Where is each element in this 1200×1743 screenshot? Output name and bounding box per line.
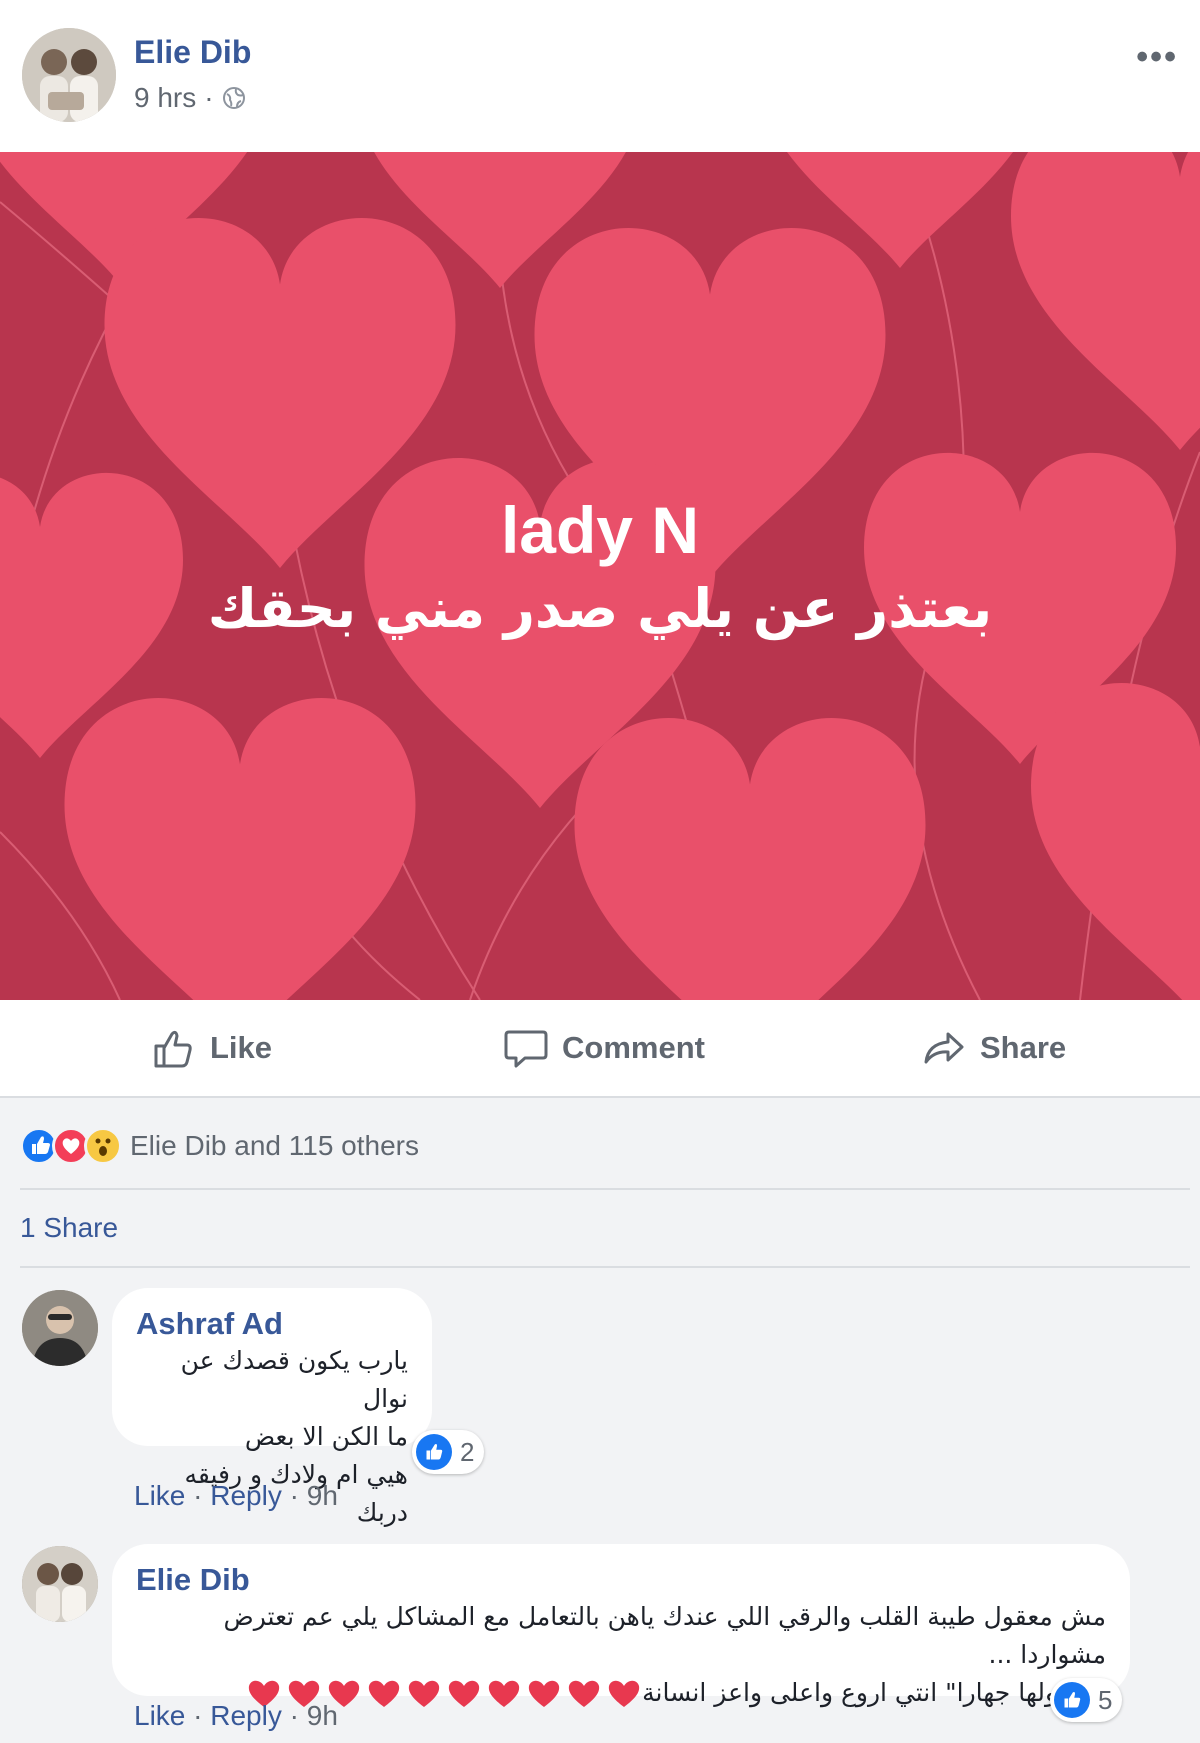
banner-subtitle: بعتذر عن يلي صدر مني بحقك	[207, 577, 993, 640]
commenter-avatar[interactable]	[22, 1546, 98, 1622]
like-button[interactable]: Like	[152, 1024, 272, 1072]
post-meta: 9 hrs ·	[134, 82, 246, 114]
red-heart-icon	[609, 1680, 640, 1707]
thumbs-up-icon	[154, 1030, 192, 1068]
banner-title: lady N	[500, 493, 700, 567]
red-heart-icon	[449, 1680, 480, 1707]
comment-text-line: رح قولها جهارا" انتي اروع واعلى واعز انس…	[642, 1678, 1106, 1707]
comment-like-count[interactable]: 2	[412, 1430, 485, 1474]
red-heart-icon	[409, 1680, 440, 1707]
wow-reaction-icon	[84, 1127, 122, 1165]
post-time[interactable]: 9 hrs	[134, 82, 196, 114]
share-icon	[924, 1032, 964, 1064]
comment-like-link[interactable]: Like	[134, 1480, 185, 1511]
reactions-text[interactable]: Elie Dib and 115 others	[130, 1130, 419, 1162]
shares-count[interactable]: 1 Share	[20, 1212, 118, 1244]
comment-time[interactable]: 9h	[307, 1480, 338, 1511]
like-reaction-icon	[416, 1434, 452, 1470]
comment-icon	[504, 1030, 548, 1068]
like-reaction-icon	[1054, 1682, 1090, 1718]
post-image[interactable]: lady N بعتذر عن يلي صدر مني بحقك	[0, 152, 1200, 1000]
comment-reply-link[interactable]: Reply	[210, 1480, 282, 1511]
comment-bubble: Ashraf Ad يارب يكون قصدك عن نوال ما الكن…	[112, 1288, 432, 1527]
share-button-label: Share	[980, 1030, 1067, 1065]
comment-actions: Like · Reply · 9h	[134, 1700, 338, 1731]
red-heart-icon	[369, 1680, 400, 1707]
like-count-value: 5	[1098, 1684, 1113, 1715]
comment-button-label: Comment	[562, 1030, 705, 1065]
more-options-button[interactable]: •••	[1136, 38, 1178, 77]
comment-button[interactable]: Comment	[504, 1024, 705, 1072]
comment-text-line: ما الكن الا بعض	[244, 1422, 408, 1451]
author-avatar[interactable]	[22, 28, 116, 122]
share-button[interactable]: Share	[922, 1024, 1066, 1072]
post-actions-bar: Like Comment Share	[0, 1000, 1200, 1098]
red-heart-icon	[569, 1680, 600, 1707]
hearts-background	[0, 152, 1200, 1000]
commenter-name[interactable]: Ashraf Ad	[136, 1306, 408, 1342]
comment-text-line: مش معقول طيبة القلب والرقي اللي عندك ياه…	[223, 1602, 1106, 1669]
divider	[20, 1266, 1190, 1268]
red-heart-icon	[529, 1680, 560, 1707]
reactions-summary[interactable]: Elie Dib and 115 others	[20, 1124, 419, 1168]
like-count-value: 2	[460, 1436, 475, 1467]
meta-separator: ·	[204, 82, 214, 113]
divider	[20, 1188, 1190, 1190]
commenter-avatar[interactable]	[22, 1290, 98, 1366]
commenter-name[interactable]: Elie Dib	[136, 1562, 1106, 1598]
comment-actions: Like · Reply · 9h	[134, 1480, 338, 1511]
comment-text-line: يارب يكون قصدك عن نوال	[180, 1346, 408, 1413]
comment-bubble: Elie Dib مش معقول طيبة القلب والرقي اللي…	[112, 1544, 1130, 1707]
globe-icon	[222, 87, 245, 109]
comment-reply-link[interactable]: Reply	[210, 1700, 282, 1731]
comment-like-count[interactable]: 5	[1050, 1678, 1123, 1722]
post-header: Elie Dib 9 hrs · •••	[0, 0, 1200, 152]
comment-time[interactable]: 9h	[307, 1700, 338, 1731]
author-name[interactable]: Elie Dib	[134, 34, 251, 71]
comment-like-link[interactable]: Like	[134, 1700, 185, 1731]
red-heart-icon	[489, 1680, 520, 1707]
like-button-label: Like	[210, 1030, 273, 1065]
